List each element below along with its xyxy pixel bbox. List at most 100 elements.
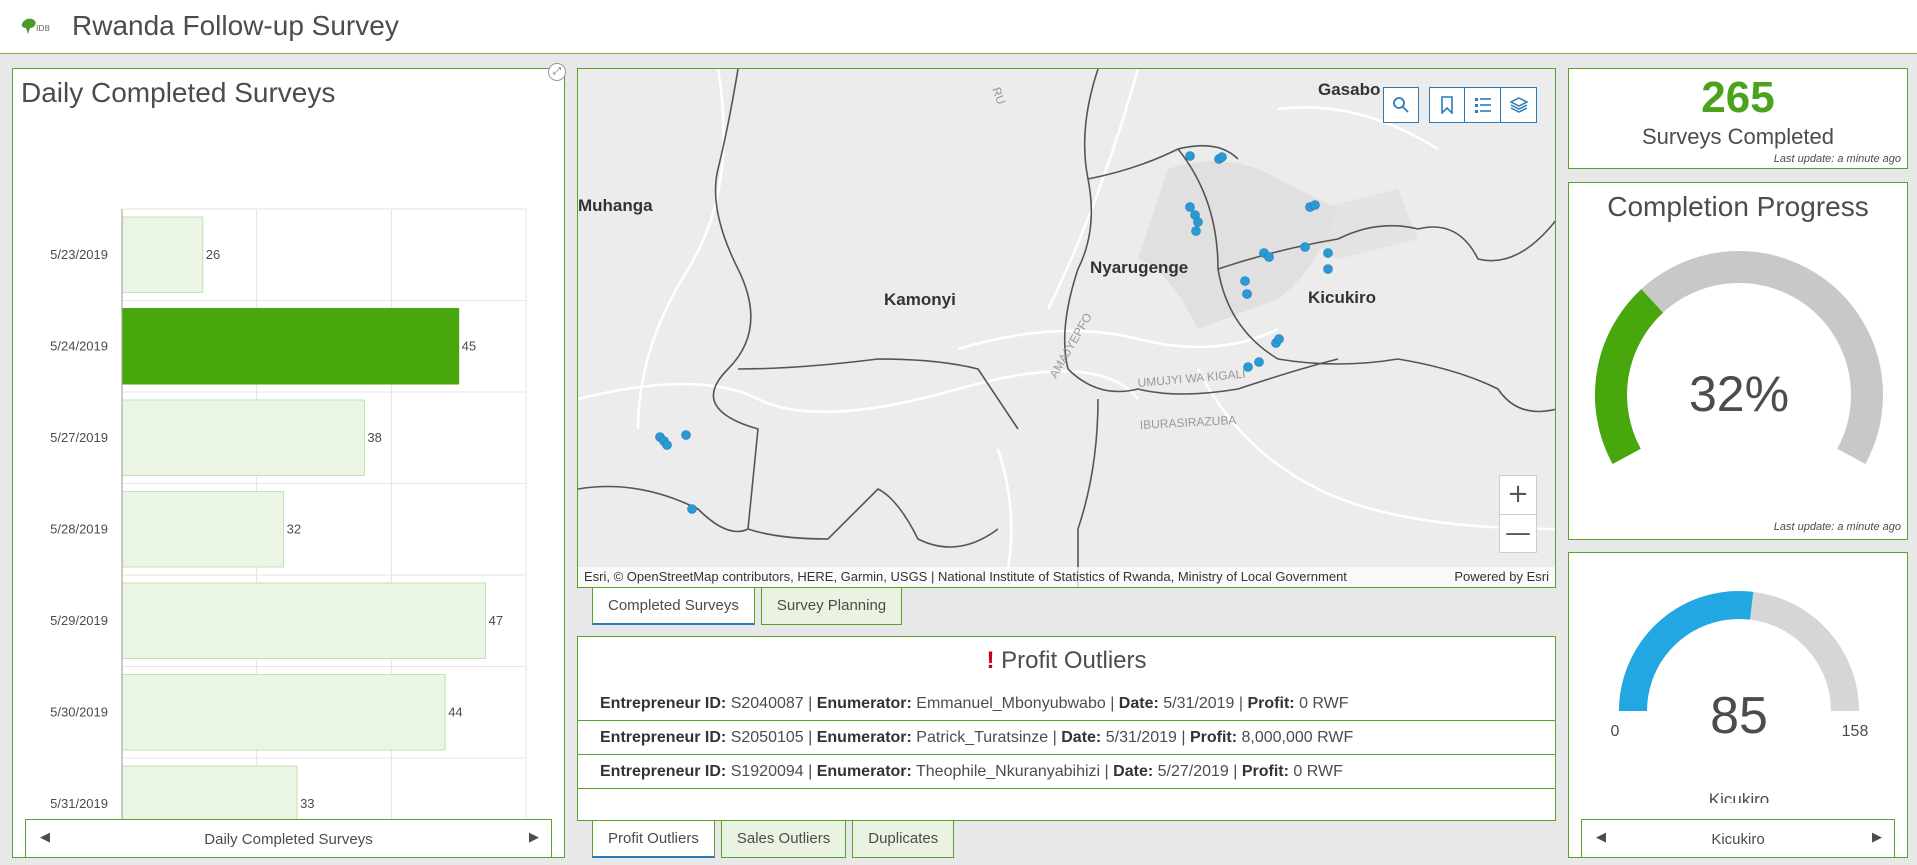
svg-text:IDB: IDB [36, 24, 50, 33]
search-icon [1393, 97, 1409, 113]
last-update: Last update: a minute ago [1773, 521, 1901, 533]
daily-surveys-panel: Daily Completed Surveys ⤢ 203040505/23/2… [12, 63, 566, 858]
survey-point [1240, 276, 1250, 286]
zoom-out-button[interactable]: — [1500, 514, 1536, 552]
bar [121, 491, 285, 568]
survey-point [1185, 202, 1195, 212]
bar [121, 674, 446, 751]
gauge-title: Completion Progress [1607, 191, 1869, 222]
survey-point [1274, 334, 1284, 344]
category-label: 5/28/2019 [50, 521, 108, 536]
data-label: 47 [489, 613, 503, 628]
next-arrow-icon[interactable]: ▶ [529, 830, 539, 845]
map-label: Kamonyi [884, 290, 956, 309]
field-label: Date: [1113, 763, 1154, 780]
field-label: Entrepreneur ID: [600, 695, 727, 712]
idb-logo-icon: IDB [21, 18, 50, 34]
map-label: Kicukiro [1308, 288, 1376, 307]
district-gauge-panel: 85 0 158 Kicukiro ◀ Kicukiro ▶ [1568, 552, 1908, 858]
data-label: 33 [300, 796, 314, 811]
progress-gauge: 32% [1595, 251, 1883, 465]
outlier-row[interactable]: Entrepreneur ID: S1920094 | Enumerator: … [578, 755, 1555, 789]
category-label: 5/24/2019 [50, 338, 108, 353]
field-label: Profit: [1189, 729, 1238, 746]
map-label: Gasabo [1318, 80, 1380, 99]
survey-point [1264, 252, 1274, 262]
survey-point [1310, 200, 1320, 210]
map-label: Muhanga [578, 196, 653, 215]
layers-icon [1508, 97, 1529, 113]
category-label: 5/23/2019 [50, 247, 108, 262]
legend-icon [1474, 98, 1491, 113]
zoom-in-button[interactable]: + [1500, 476, 1536, 514]
data-label: 45 [462, 338, 476, 353]
field-value: 5/31/2019 [1105, 729, 1177, 746]
tab-completed-surveys[interactable]: Completed Surveys [592, 587, 755, 625]
list-title-text: Profit Outliers [1001, 647, 1147, 674]
data-label: 26 [206, 247, 220, 262]
survey-point [1243, 362, 1253, 372]
survey-point [681, 430, 691, 440]
field-label: Date: [1061, 729, 1102, 746]
field-label: Entrepreneur ID: [600, 729, 727, 746]
field-label: Date: [1118, 695, 1159, 712]
map-panel[interactable]: Gasabo Muhanga Nyarugenge Kamonyi Kicukiro UM… [577, 68, 1556, 588]
powered-by-link[interactable]: Powered by Esri [1454, 569, 1549, 584]
bar [121, 308, 460, 385]
field-value: S2050105 [730, 729, 804, 746]
chart-footer-nav: ◀ Daily Completed Surveys ▶ [25, 819, 552, 857]
field-value: 8,000,000 RWF [1241, 729, 1354, 746]
tab-duplicates[interactable]: Duplicates [852, 820, 955, 858]
search-button[interactable] [1383, 87, 1419, 123]
field-value: 5/31/2019 [1163, 695, 1235, 712]
field-value: 0 RWF [1299, 695, 1349, 712]
next-arrow-icon[interactable]: ▶ [1872, 830, 1882, 845]
survey-point [1191, 226, 1201, 236]
bookmark-icon [1441, 96, 1453, 114]
tab-profit-outliers[interactable]: Profit Outliers [592, 820, 715, 858]
field-value: 0 RWF [1293, 763, 1343, 780]
gauge-track [1595, 251, 1883, 465]
gauge-fill [1595, 289, 1664, 465]
gauge-label: Kicukiro [1709, 790, 1769, 803]
footer-label: Daily Completed Surveys [204, 831, 373, 848]
field-label: Entrepreneur ID: [600, 763, 727, 780]
zoom-control: + — [1499, 475, 1537, 553]
profit-outliers-panel: ! Profit Outliers Entrepreneur ID: S2040… [577, 636, 1556, 821]
map-label: Nyarugenge [1090, 258, 1188, 277]
bookmarks-button[interactable] [1429, 87, 1465, 123]
survey-point [662, 440, 672, 450]
tab-survey-planning[interactable]: Survey Planning [760, 587, 903, 625]
field-label: Profit: [1247, 695, 1295, 712]
field-label: Enumerator: [816, 763, 912, 780]
gauge-value: 85 [1710, 687, 1768, 745]
survey-point [1242, 289, 1252, 299]
outlier-row[interactable]: Entrepreneur ID: S2050105 | Enumerator: … [578, 721, 1555, 755]
completion-progress-panel: Completion Progress 32% Last update: a m… [1568, 182, 1908, 540]
map-tool-group [1429, 87, 1537, 123]
list-tab-bar: Profit Outliers Sales Outliers Duplicate… [592, 820, 955, 858]
map-tab-bar: Completed Surveys Survey Planning [592, 587, 903, 625]
surveys-completed-indicator: 265 Surveys Completed Last update: a min… [1568, 68, 1908, 169]
field-label: Profit: [1241, 763, 1289, 780]
outlier-row[interactable]: Entrepreneur ID: S2040087 | Enumerator: … [578, 687, 1555, 721]
bar [121, 216, 204, 293]
field-value: S1920094 [730, 763, 804, 780]
tab-sales-outliers[interactable]: Sales Outliers [720, 820, 847, 858]
survey-point [1193, 217, 1203, 227]
survey-point [687, 504, 697, 514]
legend-button[interactable] [1465, 87, 1501, 123]
field-label: Enumerator: [816, 695, 912, 712]
survey-point [1185, 151, 1195, 161]
expand-icon[interactable]: ⤢ [548, 63, 566, 81]
field-value: Patrick_Turatsinze [916, 729, 1049, 746]
app-title: Rwanda Follow-up Survey [72, 10, 399, 41]
district-gauge: 85 0 158 Kicukiro [1611, 591, 1868, 803]
map-canvas[interactable]: GasaboMuhangaNyarugengeKamonyi KicukiroUM… [578, 69, 1556, 588]
outlier-list: Entrepreneur ID: S2040087 | Enumerator: … [578, 687, 1555, 789]
gauge-min: 0 [1611, 723, 1620, 740]
survey-point [1300, 242, 1310, 252]
layers-button[interactable] [1501, 87, 1537, 123]
field-value: 5/27/2019 [1157, 763, 1229, 780]
bar [121, 399, 365, 476]
